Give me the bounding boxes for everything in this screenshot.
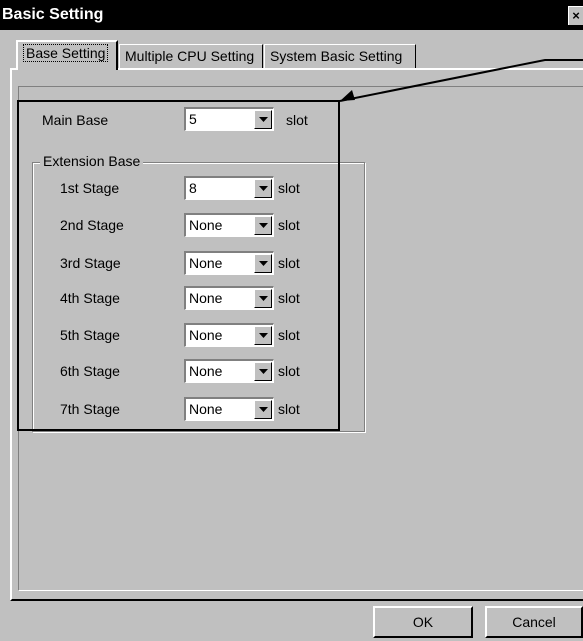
stage-3-select[interactable]: None <box>184 251 274 275</box>
stage-7-value: None <box>189 401 223 417</box>
main-base-label: Main Base <box>42 112 109 128</box>
tab-base-setting[interactable]: Base Setting <box>16 40 118 70</box>
stage-7-unit: slot <box>278 401 300 417</box>
cancel-button[interactable]: Cancel <box>485 606 583 638</box>
stage-2-label: 2nd Stage <box>60 217 124 233</box>
dropdown-arrow-icon[interactable] <box>254 362 272 381</box>
stage-2-value: None <box>189 217 223 233</box>
tab-label: System Basic Setting <box>270 48 403 64</box>
dropdown-arrow-icon[interactable] <box>254 289 272 308</box>
tab-label: Base Setting <box>23 44 109 62</box>
close-icon[interactable]: × <box>568 6 583 25</box>
dropdown-arrow-icon[interactable] <box>254 400 272 419</box>
tab-label: Multiple CPU Setting <box>125 48 255 64</box>
stage-6-select[interactable]: None <box>184 359 274 383</box>
stage-1-label: 1st Stage <box>60 180 120 196</box>
ok-button[interactable]: OK <box>373 606 473 638</box>
stage-1-select[interactable]: 8 <box>184 176 274 200</box>
main-base-value: 5 <box>189 111 197 127</box>
main-base-select[interactable]: 5 <box>184 107 274 131</box>
extension-base-title: Extension Base <box>40 153 144 169</box>
window-title: Basic Setting <box>2 6 104 23</box>
stage-7-select[interactable]: None <box>184 397 274 421</box>
stage-1-unit: slot <box>278 180 300 196</box>
stage-4-select[interactable]: None <box>184 286 274 310</box>
dropdown-arrow-icon[interactable] <box>254 216 272 235</box>
dropdown-arrow-icon[interactable] <box>254 326 272 345</box>
stage-3-unit: slot <box>278 255 300 271</box>
stage-3-value: None <box>189 255 223 271</box>
stage-6-label: 6th Stage <box>60 363 120 379</box>
stage-5-select[interactable]: None <box>184 323 274 347</box>
stage-6-value: None <box>189 363 223 379</box>
stage-5-unit: slot <box>278 327 300 343</box>
stage-3-label: 3rd Stage <box>60 255 121 271</box>
dropdown-arrow-icon[interactable] <box>254 254 272 273</box>
tab-multiple-cpu-setting[interactable]: Multiple CPU Setting <box>119 44 263 68</box>
main-base-unit: slot <box>286 112 308 128</box>
stage-6-unit: slot <box>278 363 300 379</box>
dropdown-arrow-icon[interactable] <box>254 110 272 129</box>
stage-5-value: None <box>189 327 223 343</box>
stage-5-label: 5th Stage <box>60 327 120 343</box>
stage-4-unit: slot <box>278 290 300 306</box>
stage-2-select[interactable]: None <box>184 213 274 237</box>
stage-4-label: 4th Stage <box>60 290 120 306</box>
stage-1-value: 8 <box>189 180 197 196</box>
title-bar: Basic Setting × <box>0 0 583 30</box>
dropdown-arrow-icon[interactable] <box>254 179 272 198</box>
stage-2-unit: slot <box>278 217 300 233</box>
tab-system-basic-setting[interactable]: System Basic Setting <box>264 44 416 68</box>
stage-4-value: None <box>189 290 223 306</box>
stage-7-label: 7th Stage <box>60 401 120 417</box>
